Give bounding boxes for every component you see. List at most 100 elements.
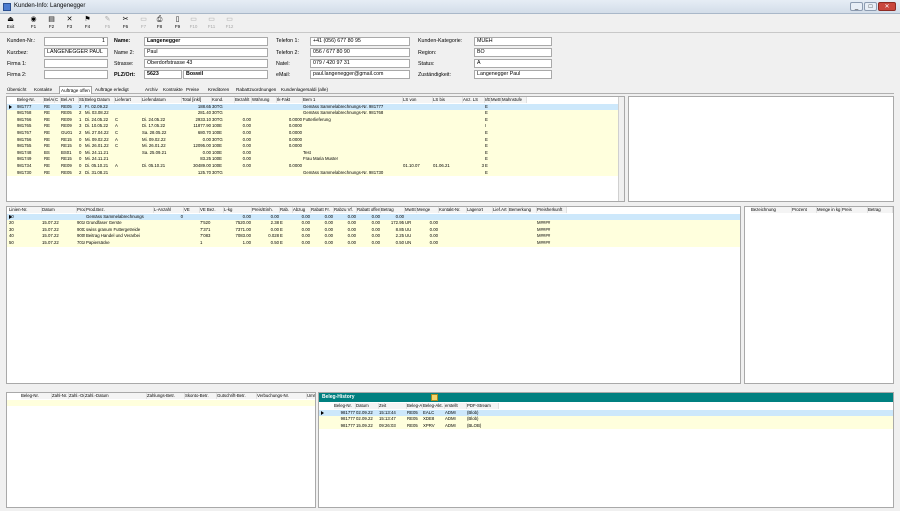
column-header[interactable]: Linien-Nr. (9, 207, 42, 213)
kategorie-field[interactable]: MUEH (474, 37, 552, 46)
table-row[interactable]: 981777 RE RE05 2 Fr. 02.09.22 188.65 30TG Gemäs… (7, 103, 624, 111)
column-header[interactable]: LS von (403, 97, 433, 103)
email-field[interactable]: paul.langenegger@gmail.com (310, 70, 410, 79)
column-header[interactable]: Total [inkl] (182, 97, 212, 103)
column-header[interactable]: Preisherkunft (537, 207, 567, 213)
table-row[interactable]: 981730 RE RE05 2 Di. 31.08.21 125.70 30TG Gemäs… (7, 169, 624, 177)
column-header[interactable]: Rabatt offen (357, 207, 381, 213)
column-header[interactable]: Zahl-Nr. (52, 393, 69, 399)
column-header[interactable]: Rab. (280, 207, 293, 213)
tab-6[interactable]: Preise (186, 86, 199, 94)
toolbar-button-f6[interactable]: ✂ F6 (118, 15, 133, 32)
toolbar-button-f4[interactable]: ⚑ F4 (80, 15, 95, 32)
column-header[interactable]: Zeit (379, 403, 407, 409)
column-header[interactable]: Umrect (307, 393, 315, 399)
table-row[interactable]: 981749 RE RE15 0 Mi. 24.11.21 83.25 100E 0.00 Fr… (7, 156, 624, 163)
table-row[interactable]: 981777 02.09.22 15:13:47 RE05 XDE8 ADMI (Blob) (319, 416, 893, 423)
column-header[interactable]: MwSt. (491, 97, 502, 103)
column-header[interactable]: Preis/Einh. (252, 207, 280, 213)
table-row[interactable]: 981766 RE RE09 1 Di. 24.05.22 C Di. 24.05.22 29… (7, 116, 624, 124)
toolbar-button-f8[interactable]: ⎙ F8 (152, 15, 167, 32)
column-header[interactable]: Prod.Bez. (86, 207, 154, 213)
table-row[interactable]: 981765 RE RE09 3 Di. 10.05.22 A Di. 17.05.22 11… (7, 123, 624, 130)
table-row[interactable]: 10 Gemäss Sammelabrechnungs 0 0.00 0.00 0.00 0… (7, 213, 740, 221)
column-header[interactable]: Bemerkung (509, 207, 537, 213)
table-row[interactable]: 40 15.07.22 9005Beitrag Handel und Verarbe… (7, 233, 740, 240)
table-row[interactable]: 981768 RE RE05 2 Mi. 03.08.22 281.40 30TG Gemäs… (7, 110, 624, 117)
tab-9[interactable]: Kundenlagersaldi (alle) (281, 86, 328, 94)
toolbar-button-f10[interactable]: ▭ F10 (186, 15, 201, 32)
column-header[interactable]: Bem 1 (303, 97, 403, 103)
natel-field[interactable]: 079 / 420 97 31 (310, 59, 410, 68)
column-header[interactable]: VE Bez. (200, 207, 224, 213)
kurzbez-field[interactable]: LANGENEGGER PAUL (44, 48, 108, 57)
empty-row[interactable] (7, 399, 315, 407)
column-header[interactable]: Kontakt-Nr. (439, 207, 467, 213)
maximize-button[interactable]: □ (864, 2, 877, 11)
toolbar-button-f2[interactable]: ▤ F2 (44, 15, 59, 32)
column-header[interactable]: Währung (252, 97, 277, 103)
history-panel[interactable]: Beleg-History Beleg-Nr.DatumZeitBeleg-Ar… (318, 392, 894, 508)
column-header[interactable]: Kond. (212, 97, 235, 103)
column-header[interactable]: BelArt (44, 97, 55, 103)
column-header[interactable]: MwSt. (405, 207, 417, 213)
column-header[interactable]: Lagerort (467, 207, 493, 213)
table-row[interactable]: 981777 02.09.22 15:13:44 RE05 EALC ADMI (Blob) (319, 409, 893, 417)
toolbar-button-f12[interactable]: ▭ F12 (222, 15, 237, 32)
column-header[interactable]: Lief.Art (493, 207, 509, 213)
close-button[interactable]: ✕ (878, 2, 896, 11)
table-row[interactable]: 981734 RE RE09 0 Di. 05.10.21 A Di. 05.10.21 30… (7, 163, 624, 170)
column-header[interactable]: Bel.Art (61, 97, 79, 103)
tab-2[interactable]: Aufträge offen (59, 86, 92, 94)
tab-0[interactable]: Übersicht (7, 86, 26, 94)
status-field[interactable]: A (474, 59, 552, 68)
column-header[interactable]: Zahl.-Ort (69, 393, 85, 399)
toolbar-button-f5[interactable]: ✎ F5 (100, 15, 115, 32)
column-header[interactable]: Beleg-Akt. (423, 403, 445, 409)
column-header[interactable]: Datum (356, 403, 379, 409)
table-row[interactable]: 981756 RE RE15 0 Mi. 09.02.22 A Mi. 09.02.22 0.… (7, 136, 624, 144)
region-field[interactable]: BO (474, 48, 552, 57)
toolbar-button-f7[interactable]: ▭ F7 (136, 15, 151, 32)
toolbar-button-exit[interactable]: ⏏ Exit (3, 15, 18, 32)
column-header[interactable]: PDF-Stream (467, 403, 499, 409)
tab-1[interactable]: Kontakte (34, 86, 52, 94)
column-header[interactable]: erstellt (445, 403, 467, 409)
table-row[interactable]: 30 15.07.22 9002swiss granum Futtergetreid… (7, 226, 740, 234)
tab-3[interactable]: Aufträge erledigt (95, 86, 129, 94)
column-header[interactable]: Datum (42, 207, 77, 213)
tel1-field[interactable]: +41 (056) 677 80 95 (310, 37, 410, 46)
column-header[interactable]: Beleg-Nr. (21, 393, 52, 399)
column-header[interactable]: Abzug (293, 207, 311, 213)
column-header[interactable]: Beleg-Nr. (334, 403, 356, 409)
column-header[interactable]: Rabatt Fr. (311, 207, 334, 213)
column-header[interactable]: Beleg-Art (407, 403, 423, 409)
column-header[interactable]: Zahl.-Datum (85, 393, 147, 399)
ort-field[interactable]: Boswil (183, 70, 268, 79)
column-header[interactable]: Menge in kg (817, 207, 842, 213)
payments-grid[interactable]: Beleg-Nr. Zahl-Nr. Zahl.-Ort Zahl.-Datum Zah… (6, 392, 316, 508)
column-header[interactable]: Betrag (381, 207, 405, 213)
column-header[interactable]: Ik-Fakt (277, 97, 303, 103)
column-header[interactable]: Rabzu Vf. (334, 207, 357, 213)
table-row[interactable]: 981767 RE GU01 2 Mi. 27.04.22 C Sa. 28.05.22 68… (7, 130, 624, 137)
column-header[interactable]: Beleg Datum (85, 97, 115, 103)
column-header[interactable]: Prozent (792, 207, 817, 213)
tab-4[interactable]: Archiv (145, 86, 158, 94)
column-header[interactable]: Anz. LS (463, 97, 485, 103)
table-row[interactable]: 5015.07.227010Papiersäcke11.000.50E0.000… (7, 240, 740, 247)
toolbar-button-f11[interactable]: ▭ F11 (204, 15, 219, 32)
table-row[interactable]: 20 15.07.22 9010Grundfaser Gerste 7'520 7520… (7, 220, 740, 227)
column-header[interactable]: Preis (842, 207, 868, 213)
positions-grid[interactable]: Linien-Nr.DatumProd.-Nr.Prod.Bez.L-Anzah… (6, 206, 741, 384)
export-icon[interactable] (431, 394, 438, 401)
tab-5[interactable]: Kontrakte (163, 86, 183, 94)
column-header[interactable]: VE (184, 207, 200, 213)
tab-7[interactable]: Kreditoren (208, 86, 229, 94)
column-header[interactable]: Bezeichnung (751, 207, 792, 213)
column-header[interactable]: LS bis (433, 97, 463, 103)
kundennr-field[interactable]: 1 (44, 37, 108, 46)
column-header[interactable]: Gutschrift-Betr. (217, 393, 257, 399)
column-header[interactable]: Beleg-Nr. (17, 97, 44, 103)
column-header[interactable]: Menge (417, 207, 439, 213)
